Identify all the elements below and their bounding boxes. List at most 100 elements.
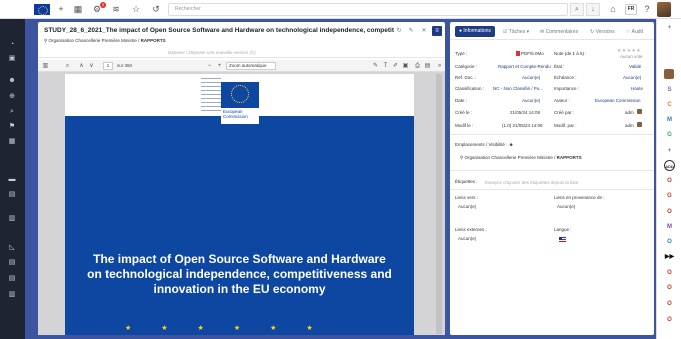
english-flag-icon[interactable]	[559, 237, 566, 242]
date-value[interactable]: Aucun(e)	[522, 98, 540, 103]
rightbar-item-3[interactable]: G	[664, 130, 675, 141]
history-icon[interactable]: ↺	[151, 4, 161, 15]
classification-value[interactable]: NC - Non Classifié / Pu...	[493, 86, 543, 91]
rightbar-item-2[interactable]: M	[664, 115, 675, 126]
zoom-in-icon[interactable]: +	[216, 62, 223, 70]
basket-icon[interactable]: ⌂	[608, 4, 618, 15]
rightbar-item-7[interactable]: M	[664, 222, 675, 233]
liens-vers-value[interactable]: Aucun(e)	[458, 204, 476, 209]
draw-icon[interactable]: ✐	[392, 62, 399, 70]
classification-label: Classification :	[455, 86, 485, 91]
echeance-value[interactable]: Aucun(e)	[623, 75, 641, 80]
document-icon[interactable]: ▤	[8, 191, 16, 198]
search-button[interactable]: ⌕	[570, 3, 584, 16]
notification-badge: 0	[100, 2, 106, 8]
help-icon[interactable]: ?	[642, 4, 652, 15]
search-icon[interactable]: ⌕	[8, 108, 16, 115]
rightbar-plus-icon[interactable]: +	[664, 23, 675, 34]
image-icon[interactable]: ▣	[402, 62, 409, 70]
pdf-scrollbar[interactable]	[436, 74, 442, 334]
star-icon[interactable]: ☆	[131, 4, 141, 15]
rightbar-item-8[interactable]: O	[664, 207, 675, 218]
rightbar-item-9[interactable]: O	[664, 268, 675, 279]
inbox-icon[interactable]: ▣	[8, 55, 16, 62]
liens-externes-value[interactable]: Aucun(e)	[458, 236, 476, 241]
stars-decoration: ★★★★★★	[125, 325, 343, 332]
tags-input[interactable]: Essayez d'ajouter des étiquettes depuis …	[485, 180, 578, 185]
liens-provenance-value[interactable]: Aucun(e)	[557, 204, 575, 209]
emplacement-folder[interactable]: RAPPORTS	[557, 155, 582, 160]
type-value: PDF/5.0Mo	[516, 51, 544, 56]
emplacement-org[interactable]: Organisation Chancellerie Première Minis…	[465, 155, 553, 160]
text-icon[interactable]: T	[382, 62, 389, 70]
search-input[interactable]: Rechercher	[168, 3, 568, 16]
plus-icon[interactable]: +	[56, 4, 66, 15]
rightbar-play-icon[interactable]: ▶▶	[664, 252, 675, 263]
importance-value[interactable]: Haute	[631, 86, 643, 91]
pdf-viewer[interactable]: European Commission The impact of Open S…	[38, 72, 445, 335]
rightbar-plus-icon-2[interactable]: +	[664, 146, 675, 157]
file-text-icon[interactable]: ▤	[8, 275, 16, 282]
more-tools-icon[interactable]: »	[436, 62, 443, 70]
rightbar-item-4[interactable]: O	[664, 176, 675, 187]
pdf-cover-title: The impact of Open Source Software and H…	[87, 252, 392, 296]
creator-avatar[interactable]	[637, 109, 642, 114]
etat-value[interactable]: Validé	[629, 64, 641, 69]
sidebar-toggle-icon[interactable]: ▥	[42, 62, 49, 70]
etat-label: État :	[554, 64, 565, 69]
tab-versions[interactable]: ↻ Versions	[590, 27, 615, 38]
modifier-avatar[interactable]	[637, 122, 642, 127]
annotate-icon[interactable]: ✎	[372, 62, 379, 70]
find-icon[interactable]: ⌕	[64, 62, 71, 70]
ref-doc-value[interactable]: Aucun(e)	[522, 75, 540, 80]
rightbar-item-10[interactable]: O	[664, 283, 675, 294]
target-icon[interactable]: ⊕	[8, 93, 16, 100]
rightbar-item-11[interactable]: O	[664, 299, 675, 310]
print-icon[interactable]: ▥	[8, 215, 16, 222]
rightbar-item-12[interactable]: O	[664, 315, 675, 326]
grid-icon[interactable]: ▦	[73, 4, 83, 15]
calendar-icon[interactable]: ▦	[8, 138, 16, 145]
auteur-value[interactable]: European Commission	[595, 98, 641, 103]
language-selector[interactable]: FR	[625, 4, 637, 15]
rightbar-item-0[interactable]: S	[664, 85, 675, 96]
rightbar-add-badge[interactable]: ADD	[664, 160, 675, 171]
pin-icon[interactable]: ✎	[407, 27, 415, 35]
zoom-out-icon[interactable]: −	[206, 62, 213, 70]
file-icon[interactable]: ▤	[8, 259, 16, 266]
previous-page-icon[interactable]: ∧	[78, 62, 85, 70]
user-avatar[interactable]	[657, 2, 671, 17]
divider	[450, 134, 654, 135]
path-org[interactable]: Organisation Chancellerie Première Minis…	[49, 38, 137, 43]
pdf-file-icon	[516, 51, 520, 56]
tab-audit[interactable]: ☞ Audit	[626, 27, 643, 38]
chart-icon[interactable]: ◺	[8, 244, 16, 251]
rightbar-avatar[interactable]	[664, 69, 674, 79]
rightbar-item-1[interactable]: C	[664, 100, 675, 111]
print-icon[interactable]: ⎙	[414, 62, 421, 70]
rightbar-item-6[interactable]: G	[664, 191, 675, 202]
rss-icon[interactable]: ≋	[111, 4, 121, 15]
chat-icon[interactable]: ▬	[8, 176, 16, 183]
zoom-select[interactable]: Zoom automatique	[226, 62, 276, 70]
refresh-icon[interactable]: ↻	[395, 27, 403, 35]
download-button[interactable]: ↓	[586, 3, 600, 16]
archive-icon[interactable]: ▥	[8, 291, 16, 298]
next-page-icon[interactable]: ∨	[88, 62, 95, 70]
drop-zone[interactable]: Déposer / Déposer une nouvelle version (…	[168, 50, 256, 55]
path-folder[interactable]: RAPPORTS	[141, 38, 166, 43]
dashboard-icon[interactable]: ◔	[8, 41, 16, 48]
page-number-input[interactable]: 1	[103, 62, 113, 70]
categorie-value[interactable]: Rapport et Compte-Rendu	[498, 64, 551, 69]
close-icon[interactable]: ✕	[420, 27, 428, 35]
rightbar-item-5[interactable]: O	[664, 237, 675, 248]
people-icon[interactable]: ☻	[8, 77, 16, 84]
flag-icon[interactable]: ⚑	[8, 123, 16, 130]
menu-icon[interactable]: ≡	[432, 26, 442, 36]
save-icon[interactable]: ▤	[424, 62, 431, 70]
eu-flag-logo[interactable]	[34, 4, 50, 15]
tab-commentaires[interactable]: ✉ Commentaires	[540, 27, 578, 38]
emplacements-label-text: Emplacements / Visibilité :	[455, 142, 508, 147]
tab-taches[interactable]: ☑ Tâches ▾	[503, 27, 529, 38]
tab-informations[interactable]: ● Informations	[455, 26, 495, 37]
